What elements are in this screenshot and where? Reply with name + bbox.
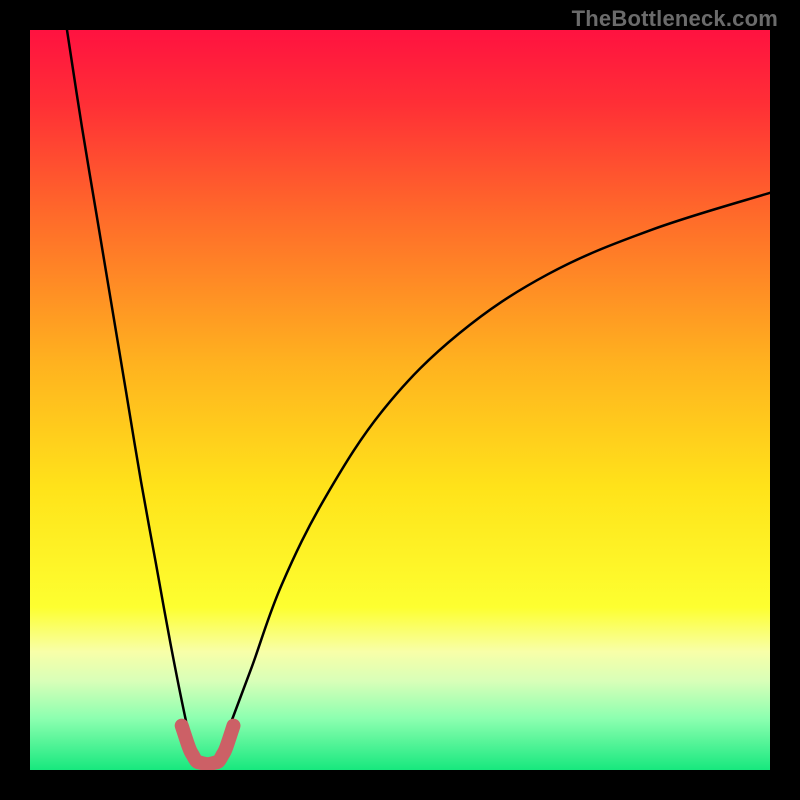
chart-plot-area <box>30 30 770 770</box>
watermark-text: TheBottleneck.com <box>572 6 778 32</box>
chart-frame: TheBottleneck.com <box>0 0 800 800</box>
chart-svg <box>30 30 770 770</box>
chart-background-gradient <box>30 30 770 770</box>
